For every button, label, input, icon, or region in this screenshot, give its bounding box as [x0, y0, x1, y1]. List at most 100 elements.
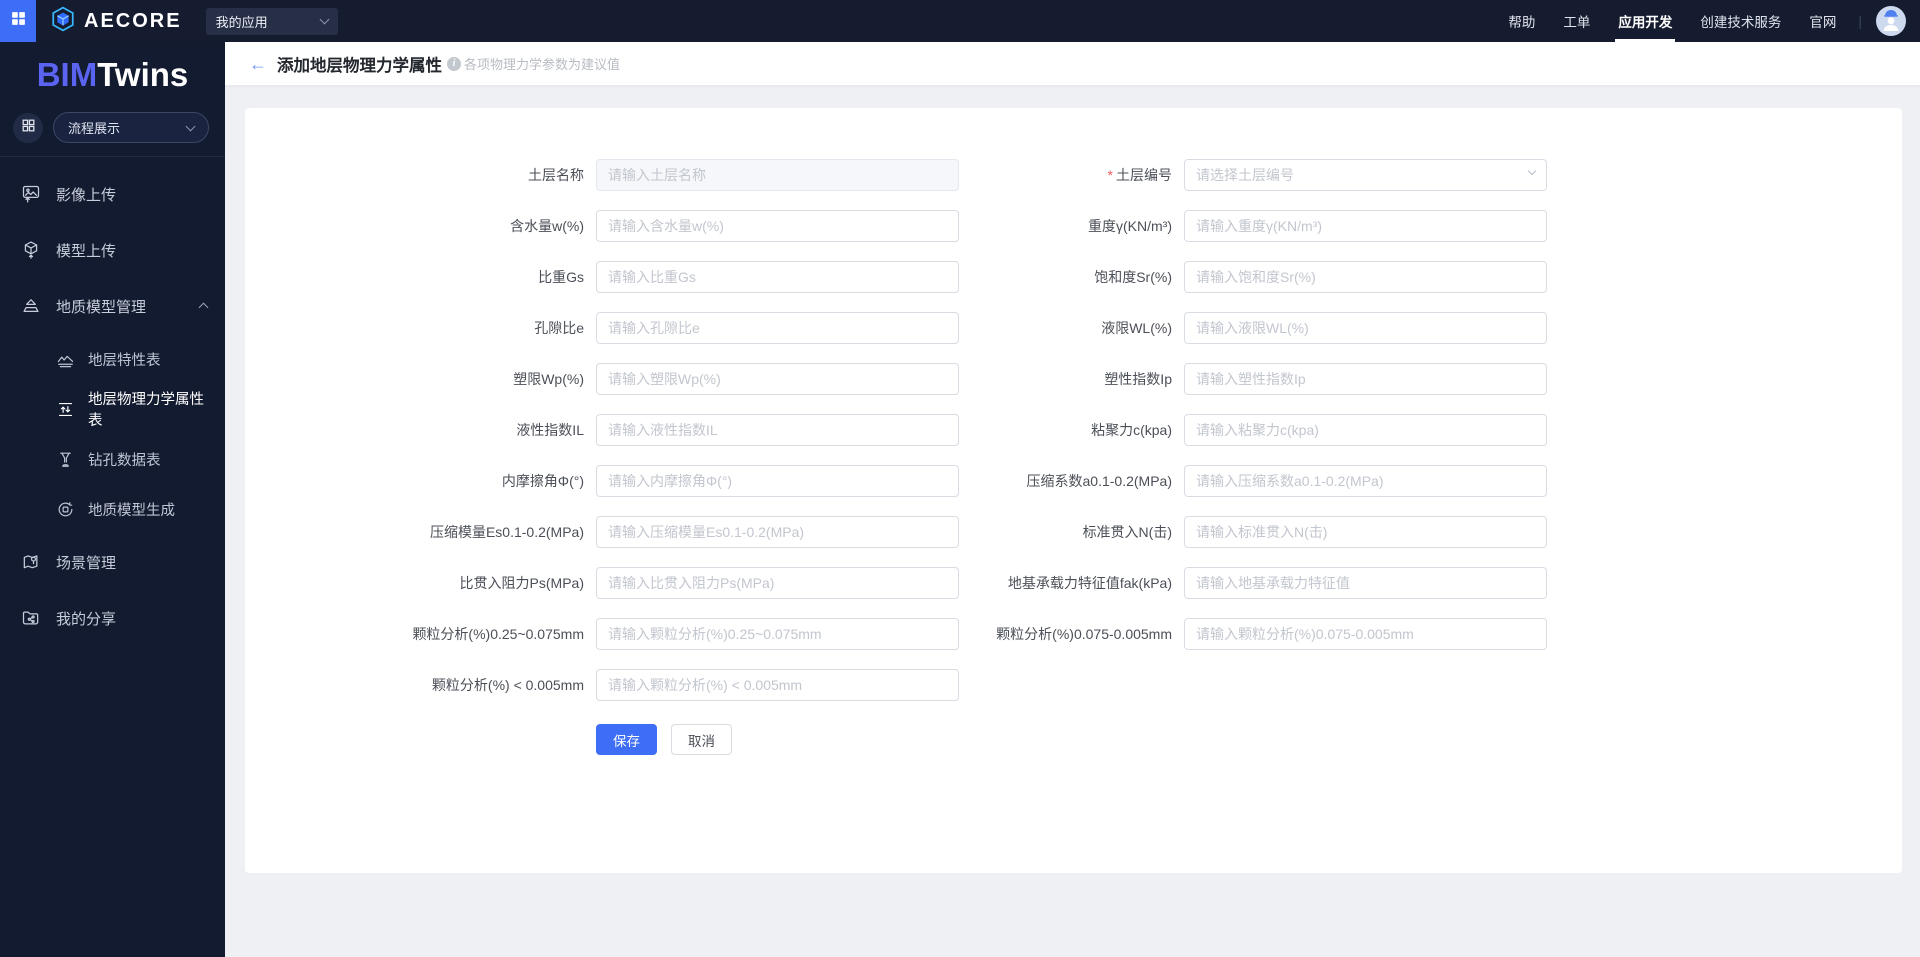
- field-control: [1184, 414, 1547, 446]
- field-control: [596, 363, 959, 395]
- field-input[interactable]: [1184, 261, 1547, 293]
- flow-row: 流程展示: [0, 108, 225, 156]
- grid-icon: [10, 10, 27, 32]
- topbar: AECORE 我的应用 帮助 工单 应用开发 创建技术服务 官网 |: [0, 0, 1920, 42]
- field-control: [596, 567, 959, 599]
- sidebar-item[interactable]: 模型上传: [0, 222, 225, 278]
- sidebar-item-label: 影像上传: [56, 186, 117, 204]
- field-input[interactable]: [1184, 618, 1547, 650]
- topbar-menu: 帮助 工单 应用开发 创建技术服务 官网: [1494, 0, 1850, 42]
- save-button[interactable]: 保存: [596, 724, 657, 755]
- field-input[interactable]: [596, 618, 959, 650]
- topbar-menu-item[interactable]: 创建技术服务: [1686, 0, 1795, 42]
- form-card: 土层名称 *土层编号 请选择土层编号含水量w(%) 重度γ(KN/m³) 比重Gs 饱和度…: [245, 108, 1902, 873]
- field-label: 塑限Wp(%): [245, 363, 584, 395]
- sidebar-item[interactable]: 地层物理力学属性表: [0, 384, 225, 434]
- sidebar-item[interactable]: 地质模型生成: [0, 484, 225, 534]
- field-label: 液性指数IL: [245, 414, 584, 446]
- field-control: [596, 516, 959, 548]
- chevron-down-icon: [185, 121, 196, 131]
- field-label: 压缩系数a0.1-0.2(MPa): [959, 465, 1172, 497]
- field-input[interactable]: [1184, 567, 1547, 599]
- field-input[interactable]: [596, 669, 959, 701]
- required-asterisk: *: [1107, 167, 1113, 183]
- field-label-text: 液限WL(%): [1101, 320, 1172, 336]
- field-label: 重度γ(KN/m³): [959, 210, 1172, 242]
- model-upload-icon: [21, 240, 41, 260]
- back-arrow-button[interactable]: ←: [249, 55, 267, 73]
- brand: AECORE: [50, 6, 182, 37]
- field-input[interactable]: [596, 363, 959, 395]
- field-label-text: 孔隙比e: [534, 320, 584, 336]
- field-label: 压缩模量Es0.1-0.2(MPa): [245, 516, 584, 548]
- topbar-menu-item[interactable]: 工单: [1549, 0, 1604, 42]
- field-input[interactable]: [596, 159, 959, 191]
- sidebar-item-label: 我的分享: [56, 610, 117, 628]
- field-control: [596, 465, 959, 497]
- field-label: 含水量w(%): [245, 210, 584, 242]
- field-input[interactable]: [1184, 210, 1547, 242]
- topbar-menu-item[interactable]: 帮助: [1494, 0, 1549, 42]
- chevron-down-icon: [319, 14, 330, 25]
- field-control: [596, 312, 959, 344]
- sidebar-item[interactable]: 影像上传: [0, 166, 225, 222]
- sidebar-item[interactable]: 钻孔数据表: [0, 434, 225, 484]
- field-input[interactable]: [596, 414, 959, 446]
- field-label-text: 液性指数IL: [516, 422, 584, 438]
- field-input[interactable]: [596, 312, 959, 344]
- grid-outline-icon: [21, 118, 36, 138]
- flow-grid-button[interactable]: [13, 112, 43, 143]
- field-input[interactable]: [1184, 516, 1547, 548]
- soil-layer-code-select[interactable]: 请选择土层编号: [1184, 159, 1547, 191]
- field-input[interactable]: [1184, 414, 1547, 446]
- sidebar-item[interactable]: 我的分享: [0, 590, 225, 646]
- field-input[interactable]: [596, 261, 959, 293]
- sidebar-menu: 影像上传模型上传地质模型管理地层特性表地层物理力学属性表钻孔数据表地质模型生成场…: [0, 157, 225, 646]
- topbar-menu-item[interactable]: 官网: [1795, 0, 1850, 42]
- field-label-text: 压缩系数a0.1-0.2(MPa): [1026, 473, 1172, 489]
- field-label: 液限WL(%): [959, 312, 1172, 344]
- field-control: [1184, 312, 1547, 344]
- field-input[interactable]: [596, 465, 959, 497]
- sidebar: BIM Twins 流程展示 影像上传 模型上传 地质模型管理 地层特性表 地层物理力学属…: [0, 42, 225, 957]
- field-label-text: 粘聚力c(kpa): [1091, 422, 1172, 438]
- sidebar-item[interactable]: 地质模型管理: [0, 278, 225, 334]
- sidebar-item[interactable]: 地层特性表: [0, 334, 225, 384]
- flow-display-select[interactable]: 流程展示: [53, 112, 209, 143]
- topbar-divider: |: [1858, 13, 1862, 29]
- field-label: 塑性指数Ip: [959, 363, 1172, 395]
- field-input[interactable]: [596, 567, 959, 599]
- field-label: 地基承载力特征值fak(kPa): [959, 567, 1172, 599]
- borehole-table-icon: [56, 450, 75, 469]
- form-row: 比重Gs 饱和度Sr(%): [245, 261, 1902, 293]
- app-launcher-button[interactable]: [0, 0, 36, 42]
- sidebar-item[interactable]: 场景管理: [0, 534, 225, 590]
- cancel-button[interactable]: 取消: [671, 724, 732, 755]
- form-row: 塑限Wp(%) 塑性指数Ip: [245, 363, 1902, 395]
- field-input[interactable]: [596, 210, 959, 242]
- field-input[interactable]: [596, 516, 959, 548]
- page-title: 添加地层物理力学属性: [277, 56, 442, 75]
- app-select[interactable]: 我的应用: [205, 7, 338, 35]
- user-avatar[interactable]: [1876, 6, 1906, 36]
- field-label-text: 颗粒分析(%)0.25~0.075mm: [412, 626, 584, 642]
- field-label-text: 比贯入阻力Ps(MPa): [459, 575, 584, 591]
- sidebar-item-label: 地层特性表: [88, 352, 161, 369]
- field-input[interactable]: [1184, 363, 1547, 395]
- field-input[interactable]: [1184, 312, 1547, 344]
- field-label: 粘聚力c(kpa): [959, 414, 1172, 446]
- chevron-up-icon: [198, 302, 209, 313]
- field-label: 比贯入阻力Ps(MPa): [245, 567, 584, 599]
- my-share-icon: [21, 608, 41, 628]
- form-row: 土层名称 *土层编号 请选择土层编号: [245, 159, 1902, 191]
- form-row: 比贯入阻力Ps(MPa) 地基承载力特征值fak(kPa): [245, 567, 1902, 599]
- field-label-text: 标准贯入N(击): [1082, 524, 1172, 540]
- topbar-menu-item[interactable]: 应用开发: [1604, 0, 1686, 42]
- sidebar-item-label: 钻孔数据表: [88, 452, 161, 469]
- field-input[interactable]: [1184, 465, 1547, 497]
- logo-twins-text: Twins: [97, 56, 189, 93]
- sidebar-item-label: 模型上传: [56, 242, 117, 260]
- phys-props-table-icon: [56, 400, 75, 419]
- app-select-value: 我的应用: [215, 14, 268, 30]
- flow-select-value: 流程展示: [68, 121, 121, 136]
